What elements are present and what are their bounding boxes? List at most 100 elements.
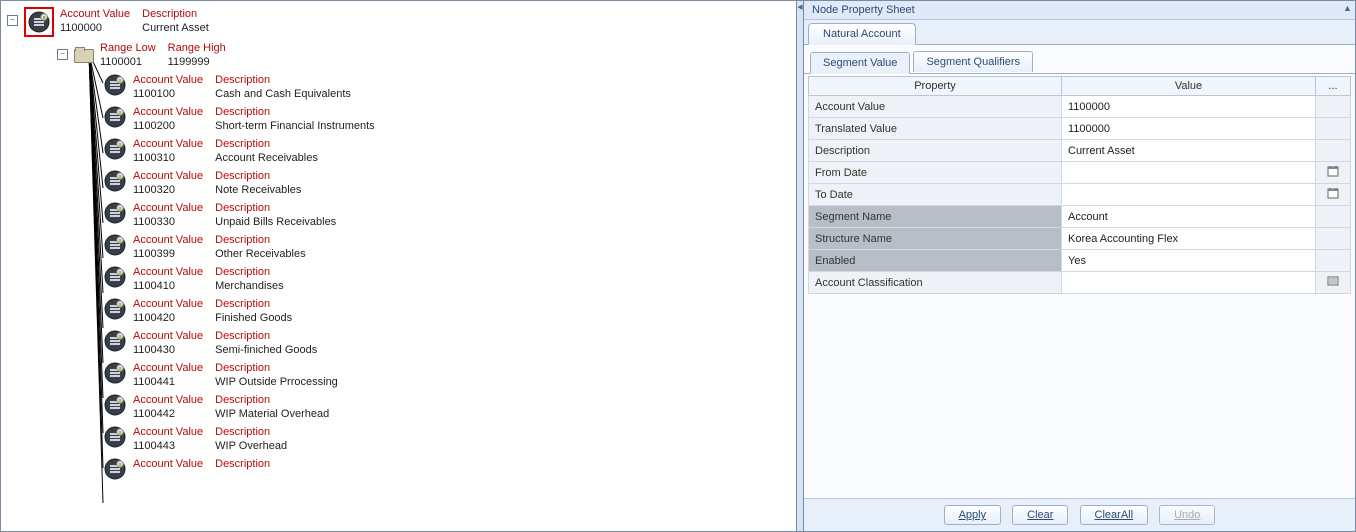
tree-node-root[interactable]: − $ Account Value xyxy=(7,7,796,485)
col-header-account-value: Account Value xyxy=(133,425,203,439)
col-header-description: Description xyxy=(215,297,292,311)
account-description: Cash and Cash Equivalents xyxy=(215,87,351,101)
property-name: Description xyxy=(809,140,1062,162)
range-low: 1100001 xyxy=(100,55,156,69)
list-picker-icon[interactable] xyxy=(1316,272,1351,294)
col-header-account-value: Account Value xyxy=(133,265,203,279)
col-header-account-value: Account Value xyxy=(133,201,203,215)
col-header-account-value: Account Value xyxy=(133,329,203,343)
tree-root: − $ Account Value xyxy=(1,1,796,531)
property-row[interactable]: Segment NameAccount xyxy=(809,206,1351,228)
account-value: 1100200 xyxy=(133,119,203,133)
tab-segment-value[interactable]: Segment Value xyxy=(810,52,910,74)
splitter-handle[interactable] xyxy=(797,1,804,531)
col-header-more[interactable]: ... xyxy=(1316,77,1351,96)
property-value[interactable]: 1100000 xyxy=(1062,96,1316,118)
property-value[interactable]: Account xyxy=(1062,206,1316,228)
property-name: Translated Value xyxy=(809,118,1062,140)
property-value[interactable]: Current Asset xyxy=(1062,140,1316,162)
tree-node-account[interactable]: $Account Value1100310DescriptionAccount … xyxy=(103,137,796,169)
tree-node-account[interactable]: $Account Value1100442DescriptionWIP Mate… xyxy=(103,393,796,425)
property-row[interactable]: Account Classification xyxy=(809,272,1351,294)
empty-cell xyxy=(1316,140,1351,162)
tab-strip: Natural Account xyxy=(804,20,1355,45)
col-header-account-value: Account Value xyxy=(133,105,203,119)
empty-cell xyxy=(1316,118,1351,140)
tree-panel: − $ Account Value xyxy=(1,1,797,531)
property-row[interactable]: EnabledYes xyxy=(809,250,1351,272)
empty-cell xyxy=(1316,250,1351,272)
tree-children: − Range Low 1100001 Range High 1199999 xyxy=(57,41,796,485)
scroll-up-icon[interactable]: ▲ xyxy=(1343,3,1353,13)
account-icon: $ xyxy=(103,329,127,353)
account-value: 1100441 xyxy=(133,375,203,389)
col-header-account-value: Account Value xyxy=(133,233,203,247)
tree-toggle[interactable]: − xyxy=(7,15,18,26)
property-name: Account Classification xyxy=(809,272,1062,294)
tree-node-account[interactable]: $Account Value1100420DescriptionFinished… xyxy=(103,297,796,329)
tree-node-account[interactable]: $Account ValueDescription xyxy=(103,457,796,485)
col-header-description: Description xyxy=(215,169,301,183)
tab-segment-qualifiers[interactable]: Segment Qualifiers xyxy=(913,51,1033,72)
col-header-account-value: Account Value xyxy=(133,73,203,87)
col-header-value[interactable]: Value xyxy=(1062,77,1316,96)
property-value[interactable]: Yes xyxy=(1062,250,1316,272)
tab-natural-account[interactable]: Natural Account xyxy=(808,23,916,45)
property-row[interactable]: Account Value1100000 xyxy=(809,96,1351,118)
tree-node-account[interactable]: $Account Value1100320DescriptionNote Rec… xyxy=(103,169,796,201)
account-value: 1100420 xyxy=(133,311,203,325)
tree-node-account[interactable]: $Account Value1100100DescriptionCash and… xyxy=(103,73,796,105)
empty-cell xyxy=(1316,206,1351,228)
property-row[interactable]: Structure NameKorea Accounting Flex xyxy=(809,228,1351,250)
account-description: Short-term Financial Instruments xyxy=(215,119,375,133)
account-icon: $ xyxy=(103,137,127,161)
property-row[interactable]: From Date xyxy=(809,162,1351,184)
col-header-account-value: Account Value xyxy=(60,7,130,21)
property-value[interactable] xyxy=(1062,162,1316,184)
tree-toggle[interactable]: − xyxy=(57,49,68,60)
tree-node-account[interactable]: $ Account Value1100200 DescriptionShort-te… xyxy=(103,105,796,137)
tree-node-account[interactable]: $Account Value1100430DescriptionSemi-fin… xyxy=(103,329,796,361)
clear-button[interactable]: Clear xyxy=(1012,505,1068,525)
col-header-description: Description xyxy=(215,393,329,407)
col-header-account-value: Account Value xyxy=(133,297,203,311)
property-row[interactable]: Translated Value1100000 xyxy=(809,118,1351,140)
tree-node-account[interactable]: $Account Value1100399DescriptionOther Re… xyxy=(103,233,796,265)
property-name: Enabled xyxy=(809,250,1062,272)
sub-tab-strip: Segment Value Segment Qualifiers xyxy=(804,45,1355,74)
property-panel: ▲ Node Property Sheet Natural Account Se… xyxy=(804,1,1355,531)
col-header-range-low: Range Low xyxy=(100,41,156,55)
calendar-icon[interactable] xyxy=(1316,162,1351,184)
property-row[interactable]: To Date xyxy=(809,184,1351,206)
account-description: WIP Outside Prrocessing xyxy=(215,375,338,389)
col-header-property[interactable]: Property xyxy=(809,77,1062,96)
col-header-description: Description xyxy=(215,105,375,119)
account-description: Account Receivables xyxy=(215,151,318,165)
apply-button[interactable]: Apply xyxy=(944,505,1002,525)
property-value[interactable]: 1100000 xyxy=(1062,118,1316,140)
tree-node-range[interactable]: − Range Low 1100001 Range High 1199999 xyxy=(57,41,796,485)
clear-all-button[interactable]: ClearAll xyxy=(1080,505,1149,525)
account-icon: $ xyxy=(24,7,54,37)
tree-node-account[interactable]: $Account Value1100441DescriptionWIP Outs… xyxy=(103,361,796,393)
panel-title: Node Property Sheet xyxy=(804,1,1355,20)
property-value[interactable] xyxy=(1062,272,1316,294)
property-value[interactable]: Korea Accounting Flex xyxy=(1062,228,1316,250)
calendar-icon[interactable] xyxy=(1316,184,1351,206)
col-header-account-value: Account Value xyxy=(133,361,203,375)
folder-icon xyxy=(74,47,94,63)
account-description: Other Receivables xyxy=(215,247,306,261)
tree-node-account[interactable]: $Account Value1100443DescriptionWIP Over… xyxy=(103,425,796,457)
account-description: Note Receivables xyxy=(215,183,301,197)
account-value: 1100320 xyxy=(133,183,203,197)
tree-node-account[interactable]: $Account Value1100330DescriptionUnpaid B… xyxy=(103,201,796,233)
property-row[interactable]: DescriptionCurrent Asset xyxy=(809,140,1351,162)
property-value[interactable] xyxy=(1062,184,1316,206)
account-description: Merchandises xyxy=(215,279,283,293)
account-icon: $ xyxy=(103,105,127,129)
tree-node-account[interactable]: $Account Value1100410DescriptionMerchand… xyxy=(103,265,796,297)
account-description: Unpaid Bills Receivables xyxy=(215,215,336,229)
account-value: 1100410 xyxy=(133,279,203,293)
account-icon: $ xyxy=(103,457,127,481)
property-grid-container: Property Value ... Account Value1100000T… xyxy=(804,74,1355,498)
